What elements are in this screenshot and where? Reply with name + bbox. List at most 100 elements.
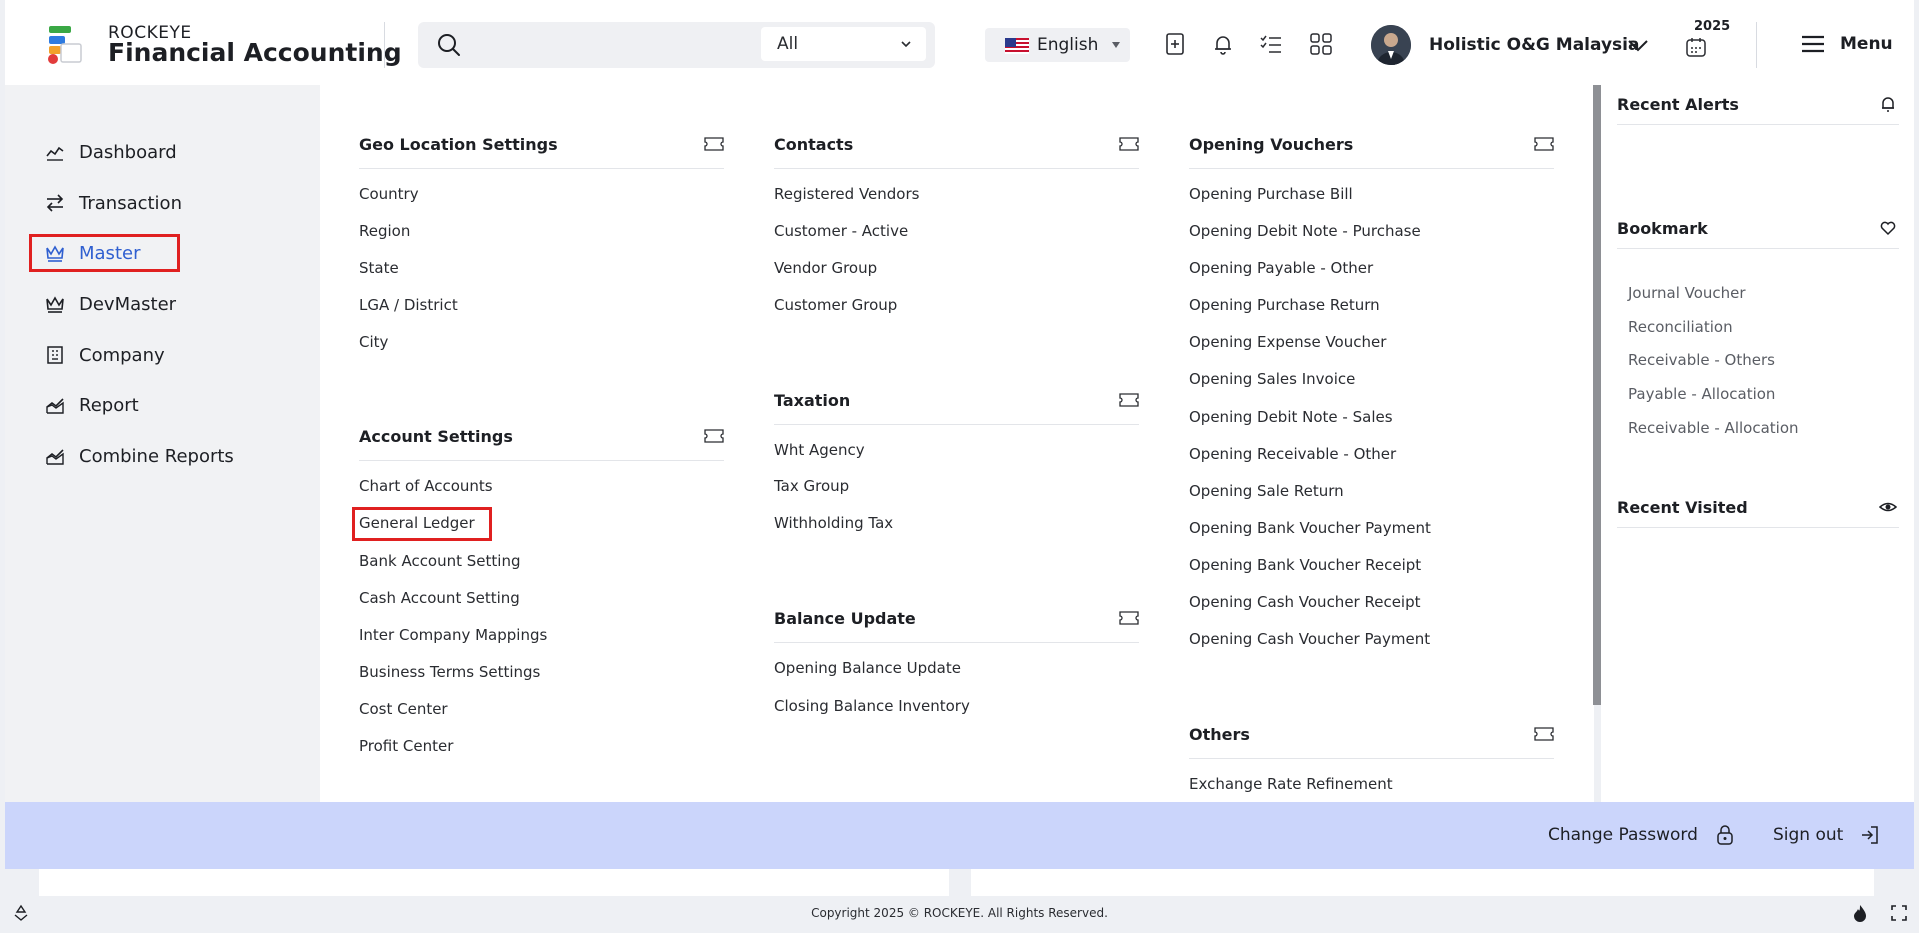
ticket-icon[interactable] xyxy=(1119,137,1139,151)
menu-link-chart-of-accounts[interactable]: Chart of Accounts xyxy=(359,477,493,495)
menu-link-tax-group[interactable]: Tax Group xyxy=(774,477,849,495)
menu-link-opening-cash-voucher-payment[interactable]: Opening Cash Voucher Payment xyxy=(1189,630,1430,648)
sidebar-item-company[interactable]: Company xyxy=(45,340,165,370)
menu-link-cost-center[interactable]: Cost Center xyxy=(359,700,448,718)
app-title: Financial Accounting xyxy=(108,38,402,67)
sign-out-icon xyxy=(1862,826,1879,844)
heart-icon[interactable] xyxy=(1879,219,1897,237)
menu-link-opening-receivable-other[interactable]: Opening Receivable - Other xyxy=(1189,445,1396,463)
sidebar-item-transaction[interactable]: Transaction xyxy=(45,188,182,218)
eye-icon[interactable] xyxy=(1879,498,1897,516)
bookmark-link-payable-allocation[interactable]: Payable - Allocation xyxy=(1628,385,1775,403)
menu-link-country[interactable]: Country xyxy=(359,185,419,203)
recent-visited-title: Recent Visited xyxy=(1617,498,1748,517)
search-scope-select[interactable]: All xyxy=(761,27,926,61)
bell-icon[interactable] xyxy=(1879,95,1897,113)
sidebar-item-label: Combine Reports xyxy=(79,445,234,467)
sidebar-item-devmaster[interactable]: DevMaster xyxy=(45,289,176,319)
menu-link-cash-account-setting[interactable]: Cash Account Setting xyxy=(359,589,520,607)
menu-link-wht-agency[interactable]: Wht Agency xyxy=(774,441,865,459)
ticket-icon[interactable] xyxy=(1119,611,1139,625)
bookmark-link-receivable-others[interactable]: Receivable - Others xyxy=(1628,351,1775,369)
menu-link-opening-cash-voucher-receipt[interactable]: Opening Cash Voucher Receipt xyxy=(1189,593,1421,611)
bookmark-header: Bookmark xyxy=(1617,209,1899,249)
section-title: Opening Vouchers xyxy=(1189,135,1354,154)
change-password-button[interactable]: Change Password xyxy=(1548,824,1736,846)
caret-down-icon xyxy=(1112,42,1120,48)
menu-link-opening-purchase-bill[interactable]: Opening Purchase Bill xyxy=(1189,185,1353,203)
company-name[interactable]: Holistic O&G Malaysia xyxy=(1429,35,1639,55)
menu-link-exchange-rate-refinement[interactable]: Exchange Rate Refinement xyxy=(1189,775,1393,793)
fiscal-year: 2025 xyxy=(1694,19,1731,34)
section-title: Others xyxy=(1189,725,1250,744)
menu-link-customer-active[interactable]: Customer - Active xyxy=(774,222,908,240)
section-header-taxation: Taxation xyxy=(774,391,1139,425)
checklist-icon[interactable] xyxy=(1257,30,1285,58)
menu-link-opening-sales-invoice[interactable]: Opening Sales Invoice xyxy=(1189,370,1355,388)
ticket-icon[interactable] xyxy=(1119,393,1139,407)
rockeye-logo-icon xyxy=(48,26,82,64)
flame-icon[interactable] xyxy=(1851,904,1869,922)
menu-link-business-terms-settings[interactable]: Business Terms Settings xyxy=(359,663,540,681)
menu-link-opening-payable-other[interactable]: Opening Payable - Other xyxy=(1189,259,1373,277)
annotation-highlight-master xyxy=(29,234,180,272)
menu-link-opening-sale-return[interactable]: Opening Sale Return xyxy=(1189,482,1344,500)
bookmark-link-reconciliation[interactable]: Reconciliation xyxy=(1628,318,1733,336)
menu-link-closing-balance-inventory[interactable]: Closing Balance Inventory xyxy=(774,697,970,715)
section-title: Balance Update xyxy=(774,609,916,628)
sidebar-item-label: Report xyxy=(79,394,139,416)
menu-link-lga-district[interactable]: LGA / District xyxy=(359,296,458,314)
bookmark-link-journal-voucher[interactable]: Journal Voucher xyxy=(1628,284,1746,302)
calendar-icon[interactable] xyxy=(1684,36,1708,58)
apps-grid-icon[interactable] xyxy=(1307,30,1335,58)
report-chart-icon xyxy=(46,398,64,414)
ticket-icon[interactable] xyxy=(704,137,724,151)
bookmark-title: Bookmark xyxy=(1617,219,1708,238)
menu-link-opening-bank-voucher-receipt[interactable]: Opening Bank Voucher Receipt xyxy=(1189,556,1421,574)
sidebar-item-dashboard[interactable]: Dashboard xyxy=(45,137,177,167)
menu-link-city[interactable]: City xyxy=(359,333,388,351)
menu-link-profit-center[interactable]: Profit Center xyxy=(359,737,453,755)
menu-link-opening-bank-voucher-payment[interactable]: Opening Bank Voucher Payment xyxy=(1189,519,1431,537)
menu-link-region[interactable]: Region xyxy=(359,222,410,240)
menu-link-opening-balance-update[interactable]: Opening Balance Update xyxy=(774,659,961,677)
section-title: Geo Location Settings xyxy=(359,135,558,154)
section-title: Account Settings xyxy=(359,427,513,446)
menu-link-state[interactable]: State xyxy=(359,259,399,277)
menu-link-bank-account-setting[interactable]: Bank Account Setting xyxy=(359,552,520,570)
lock-icon xyxy=(1717,825,1733,845)
bell-icon[interactable] xyxy=(1209,30,1237,58)
header-divider xyxy=(1756,22,1757,68)
section-header-balance-update: Balance Update xyxy=(774,609,1139,643)
sign-out-button[interactable]: Sign out xyxy=(1773,824,1881,846)
menu-button[interactable]: Menu xyxy=(1800,30,1893,58)
sidebar-item-combine-reports[interactable]: Combine Reports xyxy=(45,441,234,471)
section-header-opening-vouchers: Opening Vouchers xyxy=(1189,135,1554,169)
building-icon xyxy=(47,346,63,364)
menu-link-customer-group[interactable]: Customer Group xyxy=(774,296,897,314)
ticket-icon[interactable] xyxy=(1534,137,1554,151)
chevron-down-icon[interactable] xyxy=(1625,34,1651,56)
ticket-icon[interactable] xyxy=(704,429,724,443)
search-icon[interactable] xyxy=(436,32,462,58)
menu-link-opening-debit-note-sales[interactable]: Opening Debit Note - Sales xyxy=(1189,408,1393,426)
copyright-text: Copyright 2025 © ROCKEYE. All Rights Res… xyxy=(811,906,1108,920)
global-search[interactable]: All xyxy=(418,22,935,68)
add-bookmark-icon[interactable] xyxy=(1161,30,1189,58)
bookmark-link-receivable-allocation[interactable]: Receivable - Allocation xyxy=(1628,419,1799,437)
menu-link-opening-purchase-return[interactable]: Opening Purchase Return xyxy=(1189,296,1380,314)
menu-link-opening-expense-voucher[interactable]: Opening Expense Voucher xyxy=(1189,333,1386,351)
language-select[interactable]: English xyxy=(985,28,1130,62)
menu-link-vendor-group[interactable]: Vendor Group xyxy=(774,259,877,277)
menu-link-inter-company-mappings[interactable]: Inter Company Mappings xyxy=(359,626,547,644)
menu-link-opening-debit-note-purchase[interactable]: Opening Debit Note - Purchase xyxy=(1189,222,1421,240)
menu-scrollbar[interactable] xyxy=(1593,85,1601,705)
chart-line-icon xyxy=(46,146,64,161)
menu-link-withholding-tax[interactable]: Withholding Tax xyxy=(774,514,893,532)
recent-alerts-header: Recent Alerts xyxy=(1617,85,1899,125)
fullscreen-icon[interactable] xyxy=(1890,904,1908,922)
menu-link-registered-vendors[interactable]: Registered Vendors xyxy=(774,185,919,203)
ticket-icon[interactable] xyxy=(1534,727,1554,741)
sidebar-item-report[interactable]: Report xyxy=(45,390,139,420)
user-avatar[interactable] xyxy=(1371,25,1411,65)
